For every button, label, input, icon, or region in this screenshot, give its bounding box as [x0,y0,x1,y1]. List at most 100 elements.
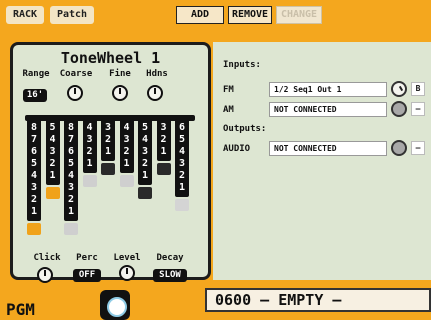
fm-input-field[interactable]: 1/2 Seq1 Out 1 [269,82,387,97]
audio-amount-knob[interactable] [391,140,407,156]
audio-output-field[interactable]: NOT CONNECTED [269,141,387,156]
perc-toggle[interactable]: OFF [73,269,101,282]
drawbar-3[interactable]: 87654321 [64,119,78,221]
level-knob[interactable] [119,265,135,281]
drawbar-mark: 5 [178,134,186,145]
audio-label: AUDIO [223,144,251,154]
top-toolbar: RACK Patch ADD REMOVE CHANGE [0,0,431,30]
fine-knob[interactable] [112,85,128,101]
drawbar-mark: 3 [178,158,186,169]
tab-rack[interactable]: RACK [6,6,44,24]
drawbar-mark: 2 [67,194,75,205]
drawbar-mark: 3 [123,134,130,145]
drawbar-mark: 4 [141,134,149,145]
drawbar-mark: 2 [160,134,167,145]
pgm-label: PGM [6,300,35,319]
tonewheel-module: ToneWheel 1 Range Coarse Fine Hdns 16' 8… [10,42,211,283]
drawbar-mark: 1 [67,206,75,217]
drawbar-handle[interactable] [27,223,41,235]
drawbar-handle[interactable] [175,199,189,211]
drawbar-mark: 1 [160,146,167,157]
hdns-knob[interactable] [147,85,163,101]
drawbar-handle[interactable] [101,163,115,175]
drawbar-mark: 5 [49,122,56,133]
drawbar-mark: 1 [30,206,38,217]
level-label: Level [113,253,141,263]
drawbar-mark: 7 [30,134,38,145]
drawbar-mark: 3 [160,122,167,133]
drawbar-mark: 5 [67,158,75,169]
click-knob[interactable] [37,267,53,283]
drawbar-mark: 6 [30,146,38,157]
drawbar-mark: 2 [141,158,149,169]
drawbar-mark: 2 [86,146,93,157]
drawbar-handle[interactable] [138,187,152,199]
drawbar-4[interactable]: 4321 [82,119,97,173]
range-selector[interactable]: 16' [23,89,47,102]
drawbar-mark: 1 [49,170,56,181]
drawbar-handle[interactable] [119,175,134,187]
click-label: Click [33,253,61,263]
drawbar-mark: 3 [67,182,75,193]
fm-amount-knob[interactable] [391,81,407,97]
drawbar-mark: 4 [67,170,75,181]
drawbar-mark: 2 [104,134,112,145]
drawbar-mark: 3 [104,122,112,133]
drawbar-mark: 3 [141,146,149,157]
drawbar-mark: 4 [178,146,186,157]
module-title: ToneWheel 1 [60,49,161,67]
drawbar-mark: 8 [67,122,75,133]
decay-toggle[interactable]: SLOW [153,269,187,282]
drawbar-mark: 2 [49,158,56,169]
drawbar-6[interactable]: 4321 [119,119,134,173]
fm-label: FM [223,85,234,95]
inputs-label: Inputs: [223,60,261,70]
drawbar-mark: 8 [30,122,38,133]
audio-polarity-tag[interactable]: – [411,141,425,155]
am-input-field[interactable]: NOT CONNECTED [269,102,387,117]
drawbar-mark: 4 [123,122,130,133]
program-selector-icon[interactable] [100,290,130,320]
fine-label: Fine [109,69,131,79]
remove-button[interactable]: REMOVE [228,6,272,24]
drawbar-mark: 3 [30,182,38,193]
drawbar-mark: 1 [104,146,112,157]
drawbar-mark: 4 [86,122,93,133]
add-button[interactable]: ADD [176,6,224,24]
tab-patch[interactable]: Patch [50,6,94,24]
am-polarity-tag[interactable]: – [411,102,425,116]
range-label: Range [22,69,50,79]
drawbar-mark: 3 [86,134,93,145]
drawbar-mark: 7 [67,134,75,145]
drawbar-mark: 5 [30,158,38,169]
drawbar-mark: 1 [123,158,130,169]
drawbar-7[interactable]: 54321 [138,119,152,185]
drawbar-9[interactable]: 654321 [175,119,189,197]
drawbar-2[interactable]: 54321 [45,119,60,185]
decay-label: Decay [156,253,184,263]
coarse-knob[interactable] [67,85,83,101]
program-display: 0600 – EMPTY – [205,288,431,312]
drawbar-1[interactable]: 87654321 [27,119,41,221]
perc-label: Perc [76,253,98,263]
drawbar-mark: 5 [141,122,149,133]
change-button[interactable]: CHANGE [276,6,322,24]
drawbar-8[interactable]: 321 [156,119,171,161]
drawbar-mark: 1 [141,170,149,181]
drawbar-mark: 2 [30,194,38,205]
drawbar-5[interactable]: 321 [101,119,115,161]
hdns-label: Hdns [146,69,168,79]
drawbar-handle[interactable] [82,175,97,187]
drawbar-mark: 6 [67,146,75,157]
drawbar-mark: 1 [178,182,186,193]
drawbar-mark: 2 [123,146,130,157]
drawbar-handle[interactable] [45,187,60,199]
am-label: AM [223,105,234,115]
fm-polarity-tag[interactable]: B [411,82,425,96]
drawbar-mark: 1 [86,158,93,169]
drawbar-handle[interactable] [156,163,171,175]
am-amount-knob[interactable] [391,101,407,117]
io-panel: Inputs: FM 1/2 Seq1 Out 1 B AM NOT CONNE… [213,42,431,280]
coarse-label: Coarse [59,69,93,79]
drawbar-handle[interactable] [64,223,78,235]
